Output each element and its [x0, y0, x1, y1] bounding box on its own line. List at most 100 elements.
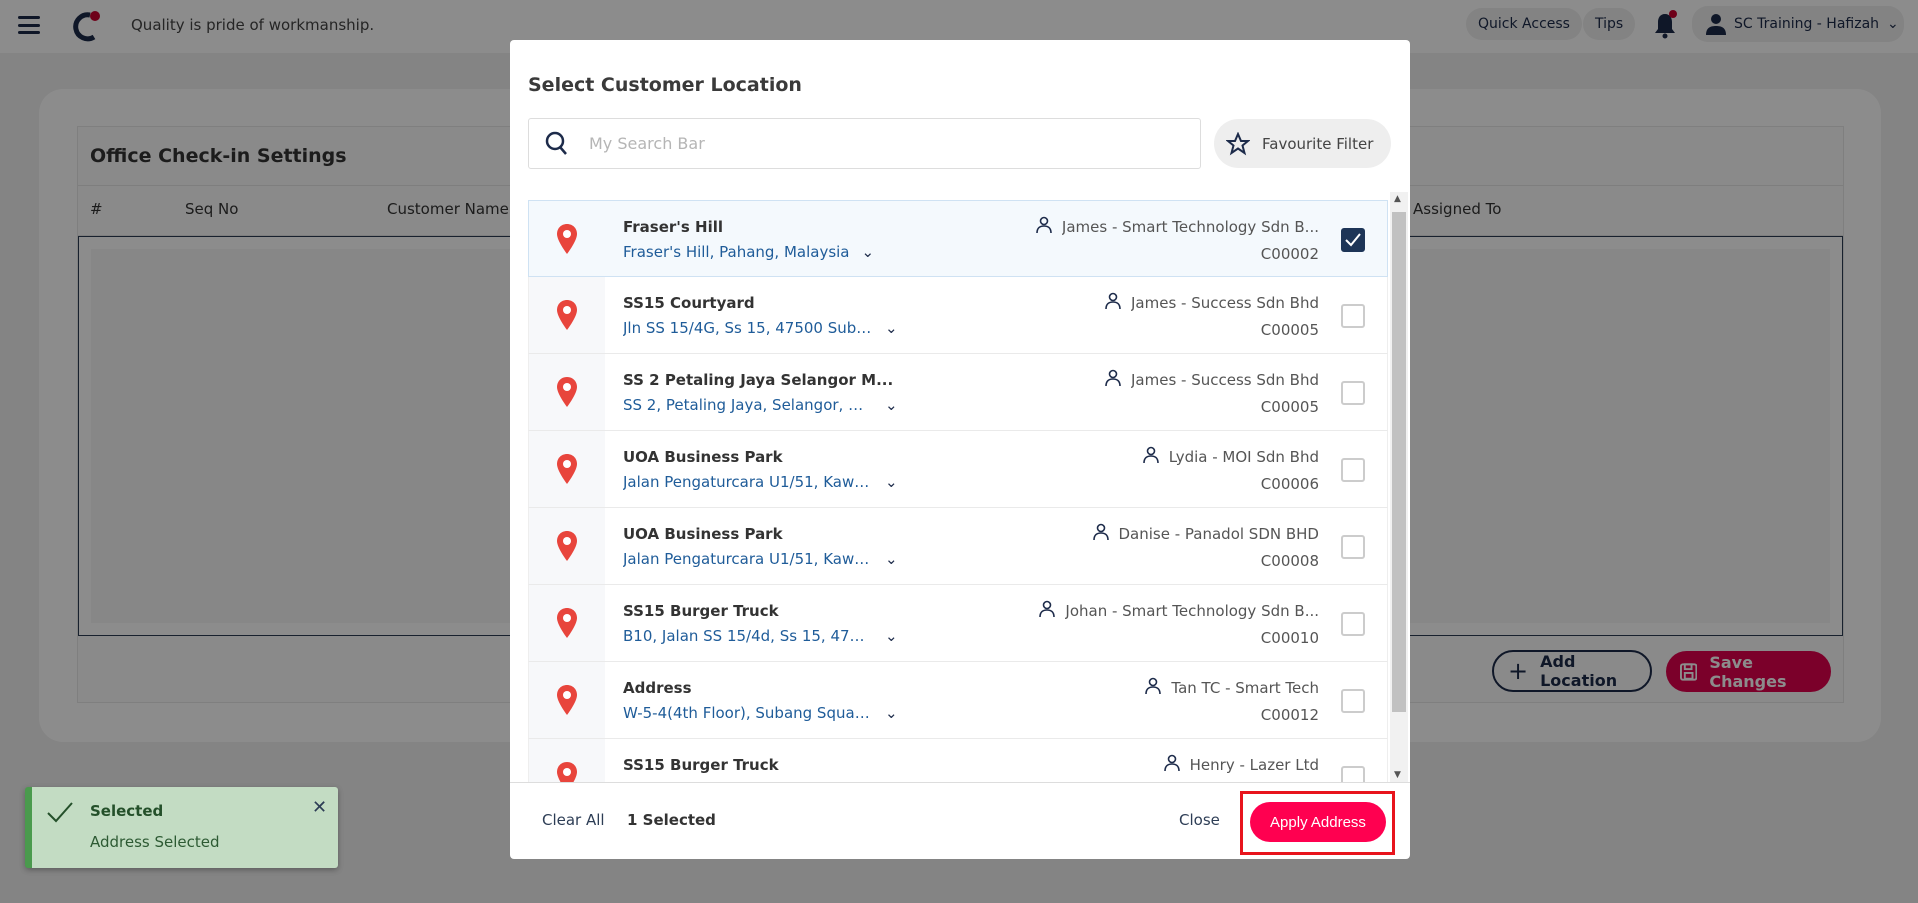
assignee-text: Lydia - MOI Sdn Bhd [1168, 448, 1319, 466]
row-checkbox[interactable] [1341, 612, 1365, 636]
location-address[interactable]: Fraser's Hill, Pahang, Malaysia ⌄ [623, 243, 874, 261]
customer-code: C00005 [1260, 398, 1319, 416]
chevron-down-icon[interactable]: ⌄ [885, 627, 898, 645]
customer-code: C00010 [1260, 629, 1319, 647]
chevron-down-icon[interactable]: ⌄ [885, 396, 898, 414]
select-location-dialog: Select Customer Location Favourite Filte… [510, 40, 1410, 859]
map-pin-icon [529, 662, 605, 738]
customer-code: C00005 [1260, 321, 1319, 339]
location-list: Fraser's Hill Fraser's Hill, Pahang, Mal… [528, 200, 1388, 782]
assignee: James - Smart Technology Sdn B... [1036, 216, 1319, 238]
assignee-text: James - Success Sdn Bhd [1130, 371, 1319, 389]
row-checkbox[interactable] [1341, 228, 1365, 252]
row-checkbox[interactable] [1341, 766, 1365, 782]
location-name: UOA Business Park [623, 525, 783, 543]
assignee: James - Success Sdn Bhd [1105, 369, 1319, 391]
address-text: Jalan Pengaturcara U1/51, Kawas... [623, 473, 873, 491]
map-pin-icon [529, 201, 605, 276]
assignee: Henry - Lazer Ltd [1163, 754, 1319, 776]
address-text: Fraser's Hill, Pahang, Malaysia [623, 243, 850, 261]
location-row[interactable]: SS15 Courtyard Jln SS 15/4G, Ss 15, 4750… [528, 277, 1388, 354]
row-checkbox[interactable] [1341, 689, 1365, 713]
assignee: Johan - Smart Technology Sdn B... [1039, 600, 1319, 622]
assignee: Lydia - MOI Sdn Bhd [1142, 446, 1319, 468]
row-checkbox[interactable] [1341, 458, 1365, 482]
map-pin-icon [529, 508, 605, 584]
location-row[interactable]: SS15 Burger Truck Henry - Lazer Ltd [528, 739, 1388, 782]
toast-notification: Selected Address Selected ✕ [25, 787, 338, 868]
close-button[interactable]: Close [1179, 811, 1220, 829]
favourite-filter-label: Favourite Filter [1262, 134, 1374, 153]
customer-code: C00012 [1260, 706, 1319, 724]
close-icon[interactable]: ✕ [312, 797, 327, 818]
row-checkbox[interactable] [1341, 381, 1365, 405]
chevron-down-icon[interactable]: ⌄ [885, 473, 898, 491]
map-pin-icon [529, 354, 605, 430]
location-name: SS15 Burger Truck [623, 756, 779, 774]
favourite-filter-button[interactable]: Favourite Filter [1214, 119, 1391, 168]
person-icon [1039, 600, 1056, 622]
chevron-down-icon[interactable]: ⌄ [862, 243, 875, 261]
assignee-text: James - Smart Technology Sdn B... [1061, 218, 1319, 236]
chevron-down-icon[interactable]: ⌄ [885, 319, 898, 337]
assignee: Danise - Panadol SDN BHD [1092, 523, 1320, 545]
location-address[interactable]: B10, Jalan SS 15/4d, Ss 15, 47500 ... ⌄ [623, 627, 898, 645]
map-pin-icon [529, 739, 605, 782]
search-input[interactable] [589, 134, 1149, 153]
row-checkbox[interactable] [1341, 304, 1365, 328]
location-address[interactable]: Jalan Pengaturcara U1/51, Kawas... ⌄ [623, 550, 898, 568]
location-row[interactable]: UOA Business Park Jalan Pengaturcara U1/… [528, 431, 1388, 508]
customer-code: C00002 [1260, 245, 1319, 263]
dialog-footer: Clear All 1 Selected Close Apply Address [510, 782, 1410, 859]
assignee: James - Success Sdn Bhd [1105, 292, 1319, 314]
star-icon [1226, 131, 1250, 155]
assignee-text: James - Success Sdn Bhd [1130, 294, 1319, 312]
customer-code: C00008 [1260, 552, 1319, 570]
assignee: Tan TC - Smart Tech [1145, 677, 1319, 699]
map-pin-icon [529, 431, 605, 507]
map-pin-icon [529, 585, 605, 661]
customer-code: C00006 [1260, 475, 1319, 493]
location-address[interactable]: Jln SS 15/4G, Ss 15, 47500 Suban... ⌄ [623, 319, 898, 337]
address-text: W-5-4(4th Floor), Subang Squar... [623, 704, 873, 722]
person-icon [1105, 292, 1121, 314]
address-text: B10, Jalan SS 15/4d, Ss 15, 47500 ... [623, 627, 873, 645]
person-icon [1145, 677, 1162, 699]
search-icon [545, 131, 567, 155]
address-text: Jalan Pengaturcara U1/51, Kawas... [623, 550, 873, 568]
location-name: SS 2 Petaling Jaya Selangor M... [623, 371, 894, 389]
chevron-down-icon[interactable]: ⌄ [885, 704, 898, 722]
clear-all-button[interactable]: Clear All [542, 811, 605, 829]
location-row[interactable]: Fraser's Hill Fraser's Hill, Pahang, Mal… [528, 200, 1388, 277]
person-icon [1092, 523, 1109, 545]
location-row[interactable]: UOA Business Park Jalan Pengaturcara U1/… [528, 508, 1388, 585]
search-box[interactable] [528, 118, 1201, 169]
location-address[interactable]: Jalan Pengaturcara U1/51, Kawas... ⌄ [623, 473, 898, 491]
location-name: SS15 Burger Truck [623, 602, 779, 620]
assignee-text: Tan TC - Smart Tech [1171, 679, 1319, 697]
location-address[interactable]: SS 2, Petaling Jaya, Selangor, Mal... ⌄ [623, 396, 898, 414]
address-text: SS 2, Petaling Jaya, Selangor, Mal... [623, 396, 873, 414]
chevron-down-icon[interactable]: ⌄ [885, 550, 898, 568]
row-checkbox[interactable] [1341, 535, 1365, 559]
location-row[interactable]: SS15 Burger Truck B10, Jalan SS 15/4d, S… [528, 585, 1388, 662]
apply-address-button[interactable]: Apply Address [1250, 802, 1386, 842]
assignee-text: Johan - Smart Technology Sdn B... [1065, 602, 1319, 620]
location-row[interactable]: Address W-5-4(4th Floor), Subang Squar..… [528, 662, 1388, 739]
location-row[interactable]: SS 2 Petaling Jaya Selangor M... SS 2, P… [528, 354, 1388, 431]
person-icon [1105, 369, 1121, 391]
person-icon [1142, 446, 1159, 468]
address-text: Jln SS 15/4G, Ss 15, 47500 Suban... [623, 319, 873, 337]
location-address[interactable]: W-5-4(4th Floor), Subang Squar... ⌄ [623, 704, 898, 722]
location-name: Address [623, 679, 692, 697]
assignee-text: Danise - Panadol SDN BHD [1118, 525, 1320, 543]
location-name: UOA Business Park [623, 448, 783, 466]
person-icon [1036, 216, 1052, 238]
map-pin-icon [529, 277, 605, 353]
location-name: Fraser's Hill [623, 218, 724, 236]
scrollbar[interactable]: ▲ ▼ [1390, 192, 1408, 782]
assignee-text: Henry - Lazer Ltd [1189, 756, 1319, 774]
person-icon [1163, 754, 1180, 776]
check-icon [47, 802, 73, 823]
location-name: SS15 Courtyard [623, 294, 755, 312]
